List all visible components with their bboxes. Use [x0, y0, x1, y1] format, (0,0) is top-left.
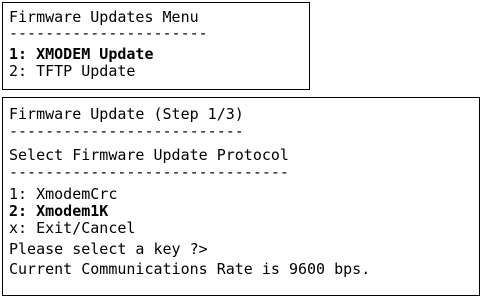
step-title-separator: --------------------------	[9, 122, 244, 140]
protocol-heading-separator: -------------------------------	[9, 163, 289, 181]
firmware-update-step-panel: Firmware Update (Step 1/3) -------------…	[2, 97, 480, 296]
protocol-heading: Select Firmware Update Protocol	[9, 146, 289, 164]
menu-separator: ----------------------	[9, 24, 208, 42]
option-exit-cancel[interactable]: x: Exit/Cancel	[9, 220, 135, 237]
step-title: Firmware Update (Step 1/3)	[9, 105, 244, 123]
firmware-updates-menu-panel: Firmware Updates Menu ------------------…	[2, 2, 310, 90]
option-xmodem-crc[interactable]: 1: XmodemCrc	[9, 186, 117, 203]
option-xmodem-1k[interactable]: 2: Xmodem1K	[9, 203, 108, 220]
menu-item-xmodem-update[interactable]: 1: XMODEM Update	[9, 46, 154, 63]
key-prompt[interactable]: Please select a key ?>	[9, 241, 208, 258]
communications-rate-status: Current Communications Rate is 9600 bps.	[9, 260, 371, 278]
menu-item-tftp-update[interactable]: 2: TFTP Update	[9, 63, 135, 80]
